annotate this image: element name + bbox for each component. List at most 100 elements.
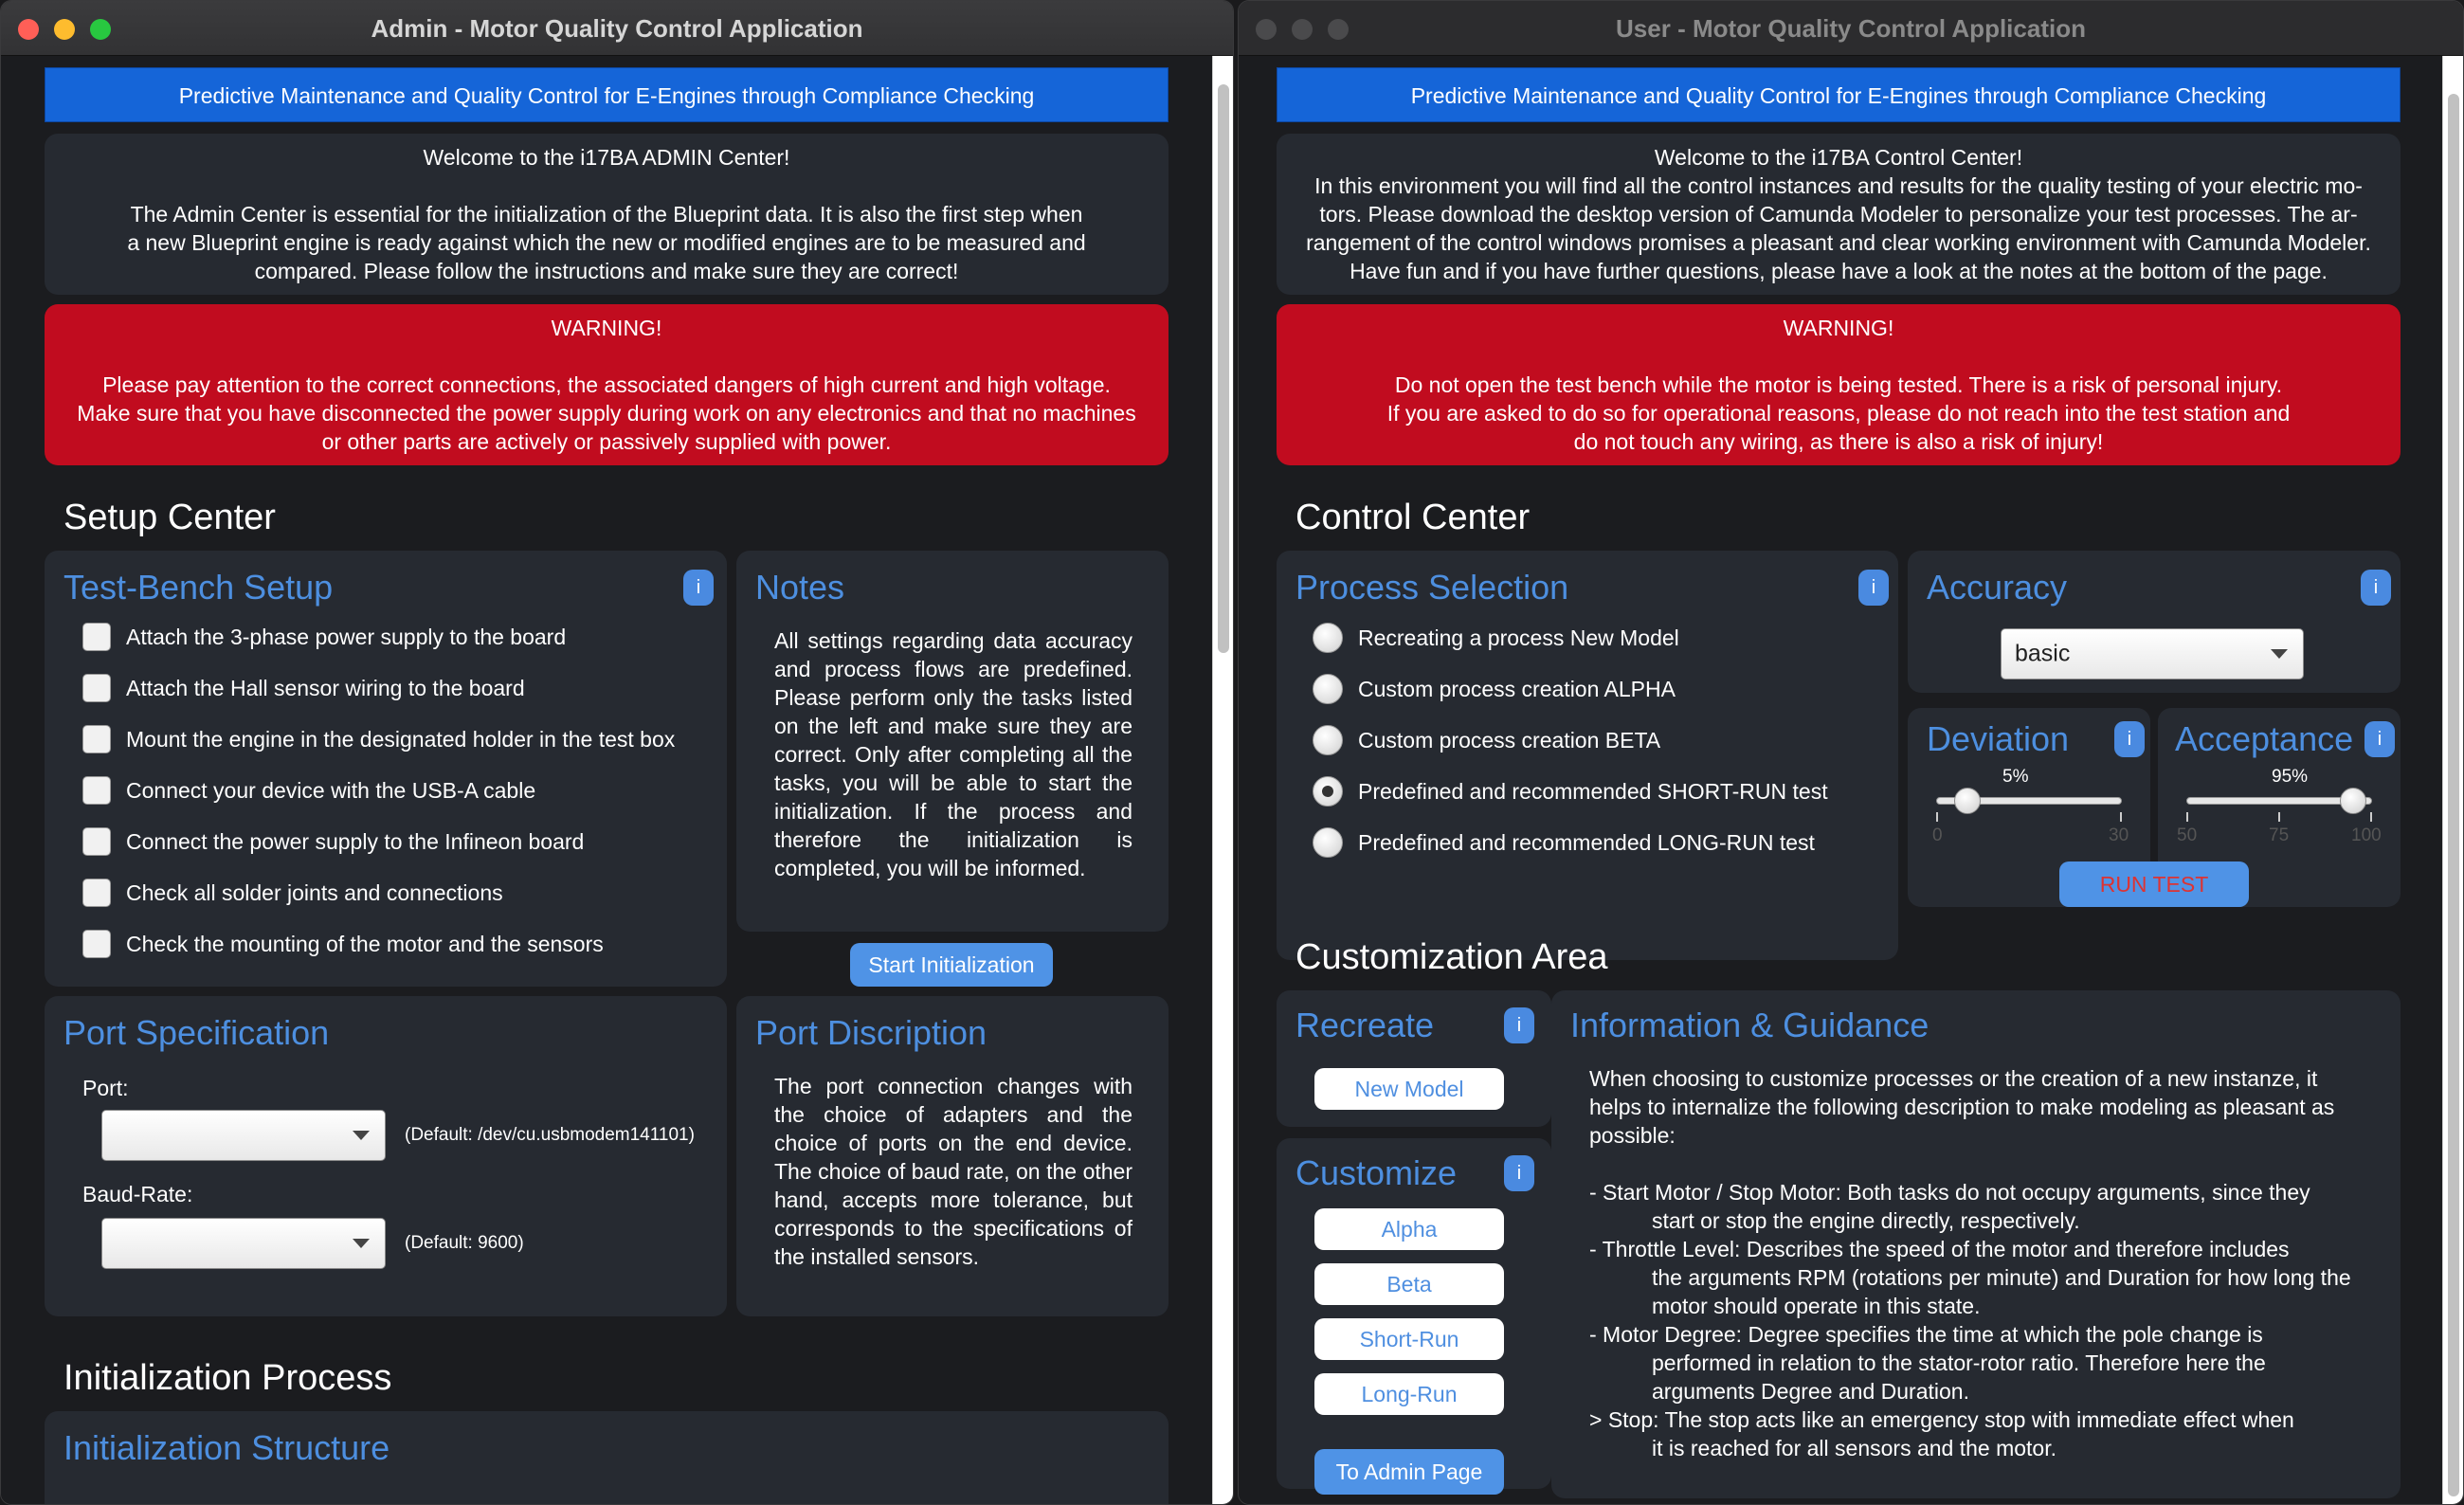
accuracy-select[interactable]: basic xyxy=(2001,628,2304,680)
checkbox[interactable] xyxy=(82,930,111,958)
info-button[interactable]: i xyxy=(2114,721,2145,757)
checklist-item[interactable]: Attach the 3-phase power supply to the b… xyxy=(82,623,566,651)
tick-label: 75 xyxy=(2269,825,2290,845)
guidance-panel: Information & Guidance When choosing to … xyxy=(1551,990,2401,1498)
checkbox[interactable] xyxy=(82,674,111,702)
port-spec-panel: Port Specification Port: (Default: /dev/… xyxy=(45,996,727,1316)
short-run-button[interactable]: Short-Run xyxy=(1314,1318,1504,1360)
app-banner: Predictive Maintenance and Quality Contr… xyxy=(45,67,1169,122)
checklist-item[interactable]: Connect your device with the USB-A cable xyxy=(82,776,535,805)
scrollbar-thumb[interactable] xyxy=(1218,84,1229,653)
checklist-item[interactable]: Attach the Hall sensor wiring to the boa… xyxy=(82,674,525,702)
checkbox[interactable] xyxy=(82,623,111,651)
radio-button-selected[interactable] xyxy=(1313,776,1343,807)
close-window-icon[interactable] xyxy=(18,19,39,40)
start-initialization-button[interactable]: Start Initialization xyxy=(850,943,1053,987)
checklist-item[interactable]: Connect the power supply to the Infineon… xyxy=(82,827,584,856)
port-description-text: The port connection changes with the cho… xyxy=(774,1074,1132,1269)
process-option[interactable]: Recreating a process New Model xyxy=(1313,623,1679,653)
customize-panel: Customize i Alpha Beta Short-Run Long-Ru… xyxy=(1277,1138,1551,1489)
tick-label: 30 xyxy=(2109,825,2129,845)
radio-button[interactable] xyxy=(1313,827,1343,858)
checklist-item[interactable]: Check the mounting of the motor and the … xyxy=(82,930,604,958)
checklist-item[interactable]: Check all solder joints and connections xyxy=(82,879,503,907)
radio-button[interactable] xyxy=(1313,674,1343,704)
guidance-item-head: - Throttle Level: Describes the speed of… xyxy=(1589,1237,2290,1261)
info-button[interactable]: i xyxy=(2364,721,2395,757)
guidance-text: When choosing to customize processes or … xyxy=(1589,1064,2366,1462)
info-button[interactable]: i xyxy=(1504,1155,1534,1191)
user-content: Predictive Maintenance and Quality Contr… xyxy=(1239,56,2463,1504)
guidance-item-rest: start or stop the engine directly, respe… xyxy=(1652,1208,2080,1233)
port-label: Port: xyxy=(82,1076,129,1100)
radio-button[interactable] xyxy=(1313,623,1343,653)
customize-title: Customize xyxy=(1295,1153,1458,1192)
minimize-window-icon[interactable] xyxy=(54,19,75,40)
tick-label: 50 xyxy=(2177,825,2198,845)
beta-button[interactable]: Beta xyxy=(1314,1263,1504,1305)
radio-button[interactable] xyxy=(1313,725,1343,755)
process-option[interactable]: Custom process creation BETA xyxy=(1313,725,1660,755)
checkbox[interactable] xyxy=(82,827,111,856)
vertical-scrollbar[interactable] xyxy=(1212,56,1233,1504)
info-button[interactable]: i xyxy=(1504,1007,1534,1043)
admin-window: Admin - Motor Quality Control Applicatio… xyxy=(0,0,1234,1505)
acceptance-slider-handle[interactable] xyxy=(2340,788,2367,814)
checkbox[interactable] xyxy=(82,725,111,753)
window-title: Admin - Motor Quality Control Applicatio… xyxy=(371,14,863,43)
alpha-button[interactable]: Alpha xyxy=(1314,1208,1504,1250)
init-structure-title: Initialization Structure xyxy=(63,1428,390,1467)
deviation-slider-handle[interactable] xyxy=(1953,788,1981,814)
port-description-panel: Port Discription The port connection cha… xyxy=(736,996,1169,1316)
accuracy-title: Accuracy xyxy=(1927,568,2068,607)
long-run-button[interactable]: Long-Run xyxy=(1314,1373,1504,1415)
checklist-item[interactable]: Mount the engine in the designated holde… xyxy=(82,725,675,753)
port-default-hint: (Default: /dev/cu.usbmodem141101) xyxy=(405,1125,695,1145)
welcome-box: Welcome to the i17BA Control Center! In … xyxy=(1277,134,2401,295)
guidance-item-rest: it is reached for all sensors and the mo… xyxy=(1652,1436,2056,1460)
baud-rate-select[interactable] xyxy=(101,1218,386,1269)
window-controls xyxy=(18,19,111,40)
zoom-window-icon[interactable] xyxy=(90,19,111,40)
checkbox[interactable] xyxy=(82,776,111,805)
init-structure-panel: Initialization Structure xyxy=(45,1411,1169,1504)
minimize-window-icon[interactable] xyxy=(1292,19,1313,40)
baud-label: Baud-Rate: xyxy=(82,1182,193,1206)
slider-tick xyxy=(1936,812,1938,822)
window-title: User - Motor Quality Control Application xyxy=(1616,14,2086,43)
process-option[interactable]: Custom process creation ALPHA xyxy=(1313,674,1676,704)
to-admin-page-button[interactable]: To Admin Page xyxy=(1314,1449,1504,1495)
guidance-item-head: > Stop: The stop acts like an emergency … xyxy=(1589,1407,2294,1432)
guidance-item-rest: performed in relation to the stator-roto… xyxy=(1652,1351,2266,1404)
initialization-process-title: Initialization Process xyxy=(63,1358,392,1398)
process-option[interactable]: Predefined and recommended SHORT-RUN tes… xyxy=(1313,776,1828,807)
customization-area-title: Customization Area xyxy=(1295,937,1608,977)
info-button[interactable]: i xyxy=(1858,570,1889,606)
testbench-title: Test-Bench Setup xyxy=(63,568,334,607)
tick-label: 0 xyxy=(1932,825,1943,845)
warning-box: WARNING! Do not open the test bench whil… xyxy=(1277,304,2401,465)
chevron-down-icon xyxy=(353,1131,370,1140)
zoom-window-icon[interactable] xyxy=(1328,19,1349,40)
deviation-title: Deviation xyxy=(1927,719,2070,758)
admin-content: Predictive Maintenance and Quality Contr… xyxy=(1,56,1233,1504)
info-button[interactable]: i xyxy=(683,570,714,606)
scrollbar-thumb[interactable] xyxy=(2448,94,2459,1496)
guidance-item-rest: the arguments RPM (rotations per minute)… xyxy=(1652,1265,2351,1318)
guidance-title: Information & Guidance xyxy=(1570,1006,1930,1044)
info-button[interactable]: i xyxy=(2361,570,2391,606)
notes-text: All settings regarding data accuracy and… xyxy=(774,628,1132,880)
process-selection-title: Process Selection xyxy=(1295,568,1569,607)
notes-panel: Notes All settings regarding data accura… xyxy=(736,551,1169,932)
process-option[interactable]: Predefined and recommended LONG-RUN test xyxy=(1313,827,1815,858)
guidance-item-head: - Motor Degree: Degree specifies the tim… xyxy=(1589,1322,2263,1347)
warning-box: WARNING! Please pay attention to the cor… xyxy=(45,304,1169,465)
baud-default-hint: (Default: 9600) xyxy=(405,1233,524,1253)
vertical-scrollbar[interactable] xyxy=(2442,56,2463,1504)
checkbox[interactable] xyxy=(82,879,111,907)
run-test-button[interactable]: RUN TEST xyxy=(2059,861,2249,907)
slider-tick xyxy=(2370,812,2372,822)
new-model-button[interactable]: New Model xyxy=(1314,1068,1504,1110)
close-window-icon[interactable] xyxy=(1256,19,1277,40)
port-select[interactable] xyxy=(101,1110,386,1161)
